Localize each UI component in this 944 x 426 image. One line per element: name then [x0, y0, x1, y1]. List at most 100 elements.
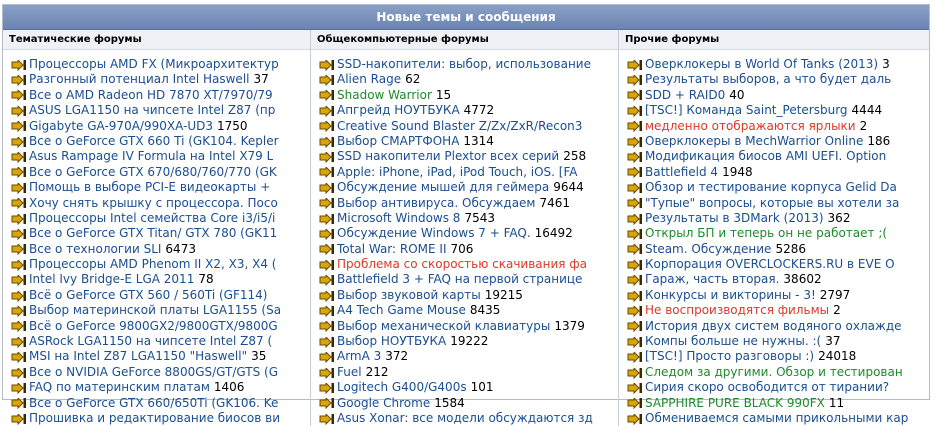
go-to-last-post-icon[interactable]: [319, 136, 337, 148]
go-to-last-post-icon[interactable]: [627, 320, 645, 333]
topic-link[interactable]: Asus Rampage IV Formula на Intel X79 L: [29, 149, 273, 164]
topic-link[interactable]: Alien Rage: [337, 72, 401, 87]
go-to-last-post-icon[interactable]: [11, 413, 29, 425]
topic-link[interactable]: Следом за другими. Обзор и тестирован: [645, 365, 903, 380]
go-to-last-post-icon[interactable]: [319, 197, 337, 210]
go-to-last-post-icon[interactable]: [319, 151, 337, 164]
topic-link[interactable]: Microsoft Windows 8: [337, 211, 460, 226]
topic-link[interactable]: Обсуждение мышей для геймера: [337, 180, 549, 195]
topic-link[interactable]: Creative Sound Blaster Z/Zx/ZxR/Recon3: [337, 119, 582, 134]
go-to-last-post-icon[interactable]: [319, 320, 337, 333]
topic-link[interactable]: Выбор материнской платы LGA1155 (Sa: [29, 303, 281, 318]
topic-link[interactable]: Обмениваемся самыми прикольными кар: [645, 411, 908, 426]
go-to-last-post-icon[interactable]: [11, 336, 29, 348]
go-to-last-post-icon[interactable]: [627, 290, 645, 302]
go-to-last-post-icon[interactable]: [11, 290, 29, 302]
go-to-last-post-icon[interactable]: [11, 320, 29, 333]
topic-link[interactable]: Выбор СМАРТФОНА: [337, 134, 459, 149]
go-to-last-post-icon[interactable]: [627, 74, 645, 87]
topic-link[interactable]: Все о NVIDIA GeForce 8800GS/GT/GTS (G: [29, 365, 278, 380]
go-to-last-post-icon[interactable]: [627, 351, 645, 364]
go-to-last-post-icon[interactable]: [627, 274, 645, 287]
topic-link[interactable]: Корпорация OVERCLOCKERS.RU в EVE O: [645, 257, 895, 272]
topic-link[interactable]: Выбор НОУТБУКА: [337, 334, 446, 349]
go-to-last-post-icon[interactable]: [627, 243, 645, 256]
topic-link[interactable]: Выбор антивируса. Обсуждаем: [337, 196, 535, 211]
go-to-last-post-icon[interactable]: [11, 228, 29, 240]
topic-link[interactable]: Сирия скоро освободится от тирании?: [645, 380, 889, 395]
topic-link[interactable]: FAQ по материнским платам: [29, 380, 210, 395]
topic-link[interactable]: Все о технологии SLI: [29, 242, 161, 257]
topic-link[interactable]: Выбор звуковой карты: [337, 288, 481, 303]
go-to-last-post-icon[interactable]: [627, 336, 645, 348]
topic-link[interactable]: SAPPHIRE PURE BLACK 990FX: [645, 396, 825, 411]
go-to-last-post-icon[interactable]: [11, 105, 29, 117]
go-to-last-post-icon[interactable]: [627, 305, 645, 317]
go-to-last-post-icon[interactable]: [319, 120, 337, 133]
topic-link[interactable]: SSD-накопители: выбор, использование: [337, 57, 591, 72]
go-to-last-post-icon[interactable]: [627, 105, 645, 117]
topic-link[interactable]: Результаты в 3DMark (2013): [645, 211, 824, 226]
go-to-last-post-icon[interactable]: [319, 351, 337, 364]
topic-link[interactable]: ArmA 3: [337, 349, 381, 364]
topic-link[interactable]: Помощь в выборе PCI-E видеокарты +: [29, 180, 270, 195]
go-to-last-post-icon[interactable]: [319, 182, 337, 194]
go-to-last-post-icon[interactable]: [11, 305, 29, 317]
topic-link[interactable]: Выбор механической клавиатуры: [337, 319, 550, 334]
go-to-last-post-icon[interactable]: [627, 213, 645, 225]
topic-link[interactable]: Конкурсы и викторины - 3!: [645, 288, 816, 303]
go-to-last-post-icon[interactable]: [627, 59, 645, 71]
go-to-last-post-icon[interactable]: [627, 166, 645, 179]
topic-link[interactable]: История двух систем водяного охлажде: [645, 319, 902, 334]
topic-link[interactable]: Asus Xonar: все модели обсуждаются зд: [337, 411, 593, 426]
go-to-last-post-icon[interactable]: [627, 382, 645, 394]
go-to-last-post-icon[interactable]: [627, 413, 645, 425]
go-to-last-post-icon[interactable]: [11, 367, 29, 379]
topic-link[interactable]: [TSC!] Просто разговоры :): [645, 349, 814, 364]
go-to-last-post-icon[interactable]: [319, 74, 337, 87]
topic-link[interactable]: SDD + RAID0: [645, 88, 725, 103]
go-to-last-post-icon[interactable]: [319, 166, 337, 179]
go-to-last-post-icon[interactable]: [319, 89, 337, 102]
go-to-last-post-icon[interactable]: [627, 367, 645, 379]
go-to-last-post-icon[interactable]: [319, 305, 337, 317]
topic-link[interactable]: Не воспроизводятся фильмы: [645, 303, 829, 318]
topic-link[interactable]: Fuel: [337, 365, 362, 380]
go-to-last-post-icon[interactable]: [627, 197, 645, 210]
topic-link[interactable]: Всё о GeForce GTX 560 / 560Ti (GF114): [29, 288, 267, 303]
go-to-last-post-icon[interactable]: [627, 397, 645, 410]
topic-link[interactable]: A4 Tech Game Mouse: [337, 303, 466, 318]
topic-link[interactable]: Разгонный потенциал Intel Haswell: [29, 72, 249, 87]
topic-link[interactable]: Total War: ROME II: [337, 242, 446, 257]
topic-link[interactable]: Проблема со скоростью скачивания фа: [337, 257, 587, 272]
topic-link[interactable]: SSD накопители Plextor всех серий: [337, 149, 559, 164]
topic-link[interactable]: "Тупые" вопросы, которые вы хотели за: [645, 196, 899, 211]
go-to-last-post-icon[interactable]: [319, 336, 337, 348]
topic-link[interactable]: Модификация биосов AMI UEFI. Option: [645, 149, 886, 164]
go-to-last-post-icon[interactable]: [11, 274, 29, 287]
topic-link[interactable]: Google Chrome: [337, 396, 430, 411]
topic-link[interactable]: Intel Ivy Bridge-E LGA 2011: [29, 272, 194, 287]
go-to-last-post-icon[interactable]: [319, 413, 337, 425]
topic-link[interactable]: [TSC!] Команда Saint_Petersburg: [645, 103, 848, 118]
topic-link[interactable]: Оверклокеры в MechWarrior Online: [645, 134, 863, 149]
topic-link[interactable]: Battlefield 3 + FAQ на первой странице: [337, 272, 582, 287]
go-to-last-post-icon[interactable]: [319, 397, 337, 410]
go-to-last-post-icon[interactable]: [11, 182, 29, 194]
topic-link[interactable]: Результаты выборов, а что будет даль: [645, 72, 891, 87]
go-to-last-post-icon[interactable]: [11, 74, 29, 87]
topic-link[interactable]: Апгрейд НОУТБУКА: [337, 103, 460, 118]
topic-link[interactable]: Процессоры Intel семейства Core i3/i5/i: [29, 211, 275, 226]
topic-link[interactable]: Apple: iPhone, iPad, iPod Touch, iOS. [F…: [337, 165, 578, 180]
topic-link[interactable]: Открыл БП и теперь он не работает ;(: [645, 226, 887, 241]
go-to-last-post-icon[interactable]: [11, 151, 29, 164]
topic-link[interactable]: Gigabyte GA-970A/990XA-UD3: [29, 119, 213, 134]
topic-link[interactable]: медленно отображаются ярлыки: [645, 119, 856, 134]
topic-link[interactable]: Прошивка и редактирование биосов ви: [29, 411, 280, 426]
go-to-last-post-icon[interactable]: [11, 197, 29, 210]
topic-link[interactable]: Процессоры AMD Phenom II X2, X3, X4 (: [29, 257, 276, 272]
topic-link[interactable]: Всё о GeForce 9800GX2/9800GTX/9800G: [29, 319, 278, 334]
topic-link[interactable]: Компы больше не нужны. :(: [645, 334, 821, 349]
go-to-last-post-icon[interactable]: [11, 136, 29, 148]
go-to-last-post-icon[interactable]: [11, 382, 29, 394]
